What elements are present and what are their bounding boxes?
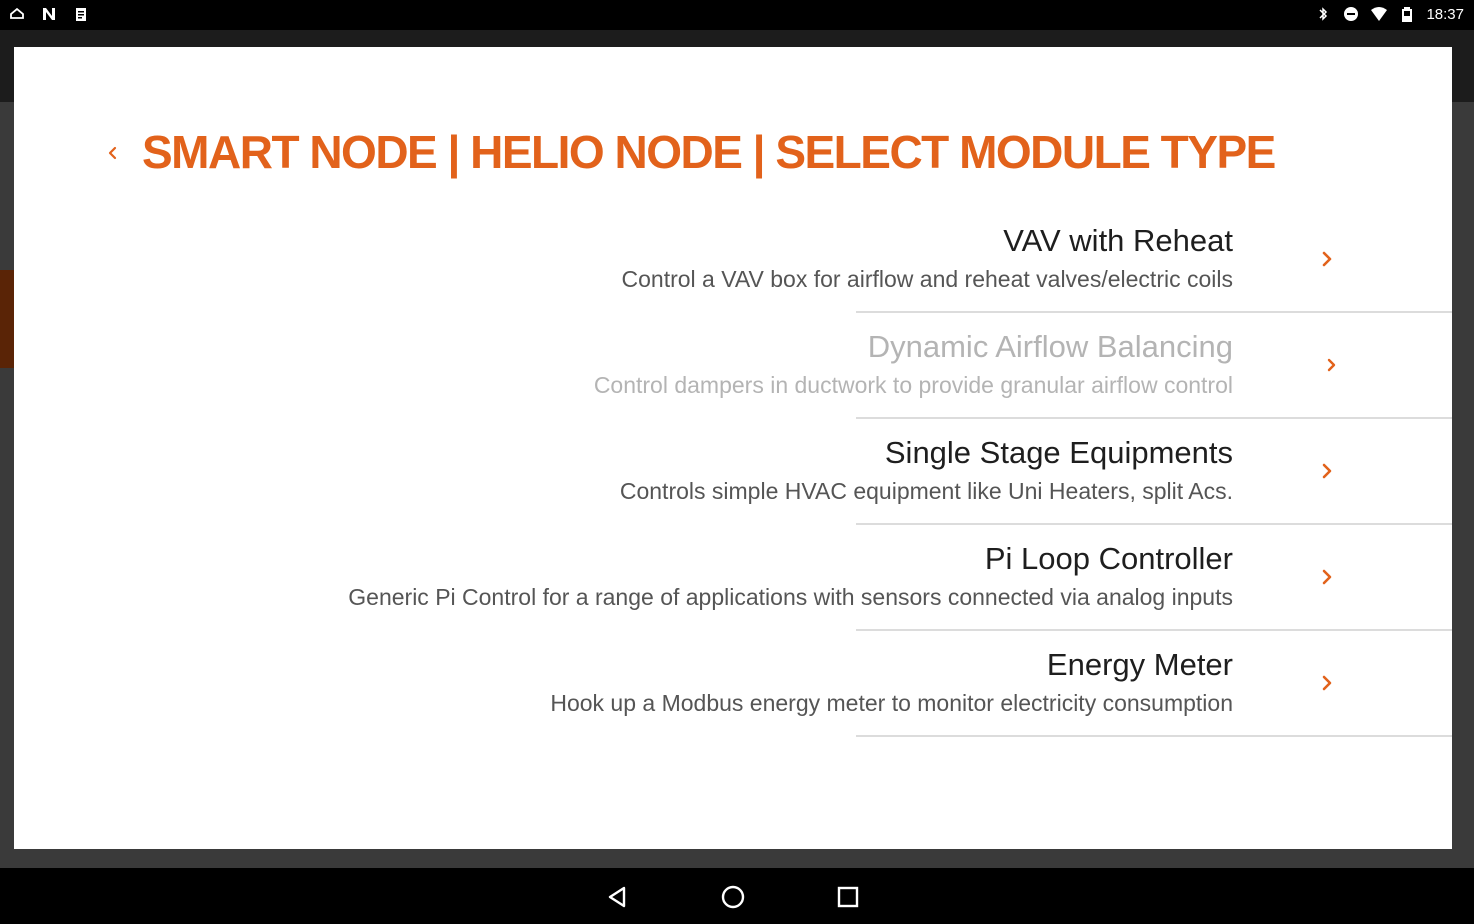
chevron-right-icon[interactable] <box>1321 352 1343 378</box>
status-bar-right-icons: 18:37 <box>1314 5 1464 23</box>
module-item-dynamic-airflow-balancing[interactable]: Dynamic Airflow Balancing Control damper… <box>14 313 1452 419</box>
chevron-right-icon[interactable] <box>1316 564 1338 590</box>
module-name: Dynamic Airflow Balancing <box>867 329 1233 364</box>
module-text: Dynamic Airflow Balancing Control damper… <box>594 329 1233 399</box>
module-item-pi-loop-controller[interactable]: Pi Loop Controller Generic Pi Control fo… <box>14 525 1452 631</box>
list-divider <box>856 735 1452 737</box>
n-logo-icon <box>43 8 55 20</box>
module-item-energy-meter[interactable]: Energy Meter Hook up a Modbus energy met… <box>14 631 1452 737</box>
module-item-single-stage-equipments[interactable]: Single Stage Equipments Controls simple … <box>14 419 1452 525</box>
wifi-icon <box>1371 7 1388 21</box>
module-name: Single Stage Equipments <box>884 435 1233 470</box>
clipboard-icon <box>76 8 86 21</box>
module-description: Generic Pi Control for a range of applic… <box>348 584 1233 610</box>
page-title: SMART NODE | HELIO NODE | SELECT MODULE … <box>142 126 1276 178</box>
module-text: Energy Meter Hook up a Modbus energy met… <box>550 647 1233 717</box>
bluetooth-icon <box>1319 7 1328 21</box>
status-time: 18:37 <box>1426 5 1464 23</box>
module-list: VAV with Reheat Control a VAV box for ai… <box>14 207 1452 737</box>
battery-icon <box>1402 7 1413 22</box>
chevron-right-icon[interactable] <box>1316 670 1338 696</box>
module-description: Controls simple HVAC equipment like Uni … <box>619 478 1233 504</box>
chevron-left-icon[interactable] <box>100 141 124 165</box>
module-text: Pi Loop Controller Generic Pi Control fo… <box>348 541 1233 611</box>
module-text: Single Stage Equipments Controls simple … <box>620 435 1233 505</box>
module-name: VAV with Reheat <box>1003 223 1233 258</box>
select-module-dialog: SMART NODE | HELIO NODE | SELECT MODULE … <box>14 47 1452 849</box>
module-description: Hook up a Modbus energy meter to monitor… <box>550 690 1233 716</box>
recents-square-icon[interactable] <box>832 881 864 913</box>
chevron-right-icon[interactable] <box>1316 458 1338 484</box>
module-name: Pi Loop Controller <box>984 541 1233 576</box>
chevron-right-icon[interactable] <box>1316 246 1338 272</box>
do-not-disturb-icon <box>1344 7 1359 21</box>
background-accent-tab <box>0 270 14 368</box>
module-name: Energy Meter <box>1046 647 1233 682</box>
status-bar: 18:37 <box>0 0 1474 30</box>
module-description: Control dampers in ductwork to provide g… <box>593 372 1233 398</box>
module-description: Control a VAV box for airflow and reheat… <box>621 266 1233 292</box>
cloud-icon <box>10 7 24 19</box>
android-screen: 18:37 SMART NODE | HELIO NODE | SELECT M… <box>0 0 1474 924</box>
module-item-vav-reheat[interactable]: VAV with Reheat Control a VAV box for ai… <box>14 207 1452 313</box>
home-circle-icon[interactable] <box>717 881 749 913</box>
status-bar-left-icons <box>8 5 90 23</box>
back-triangle-icon[interactable] <box>602 881 634 913</box>
navigation-bar <box>0 868 1474 924</box>
module-text: VAV with Reheat Control a VAV box for ai… <box>622 223 1233 293</box>
